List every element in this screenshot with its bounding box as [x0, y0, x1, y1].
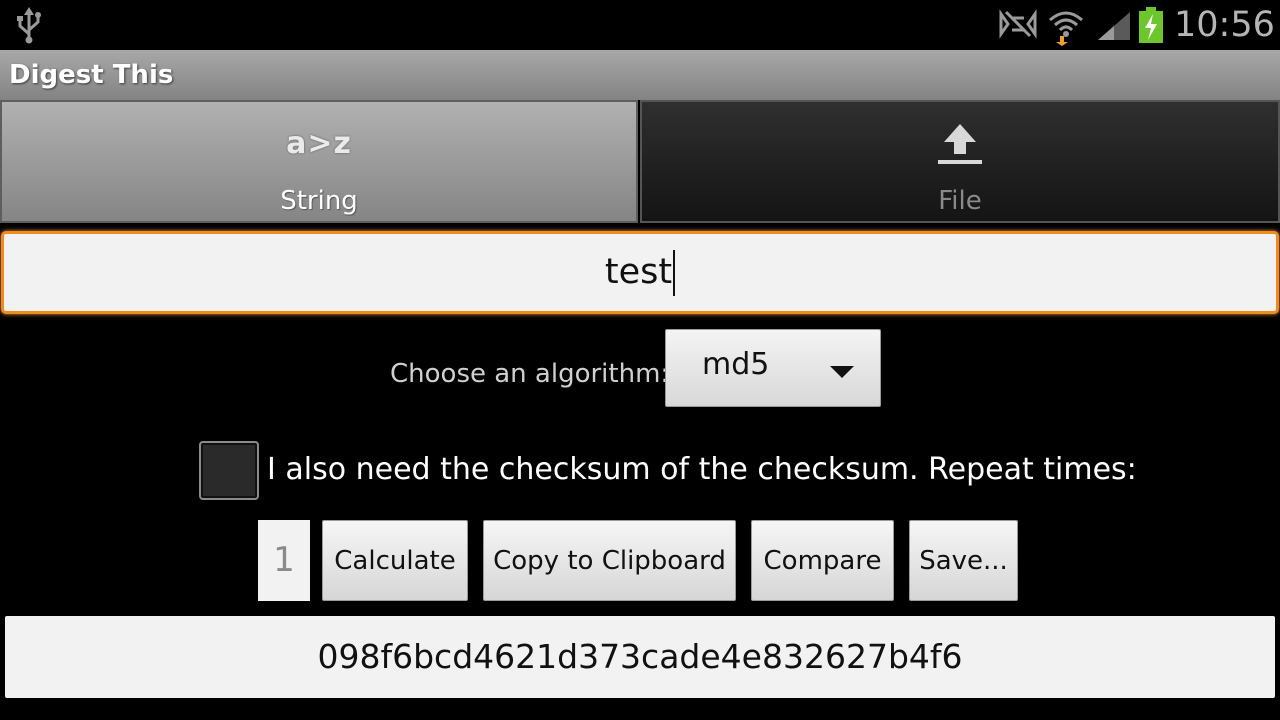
battery-charging-icon [1139, 7, 1163, 43]
copy-to-clipboard-button[interactable]: Copy to Clipboard [483, 520, 736, 601]
calculate-button[interactable]: Calculate [322, 520, 468, 601]
compare-button[interactable]: Compare [751, 520, 894, 601]
no-signal-icon [999, 9, 1037, 39]
tab-string[interactable]: a>z String [0, 100, 638, 223]
dropdown-arrow-icon [830, 366, 854, 378]
algorithm-select[interactable]: md5 [665, 329, 881, 407]
app-title: Digest This [9, 60, 174, 90]
cell-signal-icon [1098, 12, 1130, 40]
tab-file[interactable]: File [640, 100, 1280, 223]
status-clock: 10:56 [1174, 5, 1275, 45]
algorithm-selected-value: md5 [702, 347, 770, 382]
string-input[interactable]: test [1, 231, 1279, 314]
tab-file-label: File [938, 186, 982, 216]
upload-icon [938, 124, 982, 164]
app-title-bar: Digest This [0, 50, 1280, 100]
digest-result[interactable]: 098f6bcd4621d373cade4e832627b4f6 [5, 616, 1275, 698]
text-cursor [673, 250, 676, 296]
algorithm-label: Choose an algorithm: [390, 359, 670, 389]
usb-icon [17, 7, 41, 44]
string-input-value: test [604, 252, 673, 292]
string-icon: a>z [286, 126, 352, 161]
checksum-of-checksum-checkbox[interactable] [199, 441, 259, 500]
checksum-of-checksum-label: I also need the checksum of the checksum… [267, 452, 1137, 487]
save-button[interactable]: Save... [909, 520, 1018, 601]
wifi-icon [1049, 11, 1083, 46]
repeat-times-input[interactable]: 1 [258, 520, 310, 601]
status-bar: 10:56 [0, 0, 1280, 50]
tab-string-label: String [280, 186, 358, 216]
